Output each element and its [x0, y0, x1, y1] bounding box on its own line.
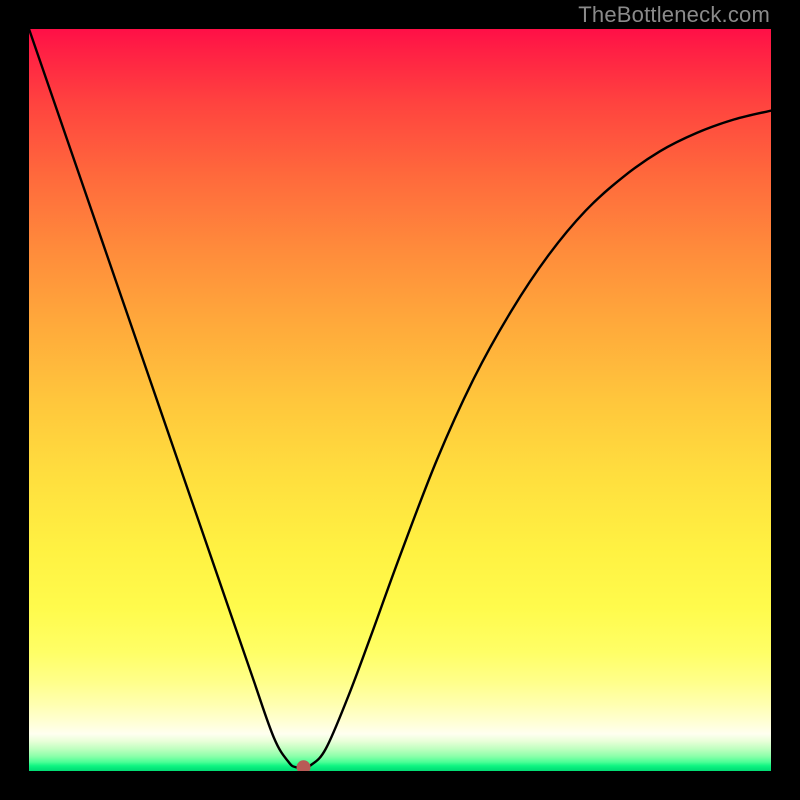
curve-layer — [29, 29, 771, 771]
plot-area — [29, 29, 771, 771]
minimum-marker — [297, 760, 311, 771]
bottleneck-curve — [29, 29, 771, 768]
watermark-text: TheBottleneck.com — [578, 2, 770, 28]
chart-frame: TheBottleneck.com — [0, 0, 800, 800]
